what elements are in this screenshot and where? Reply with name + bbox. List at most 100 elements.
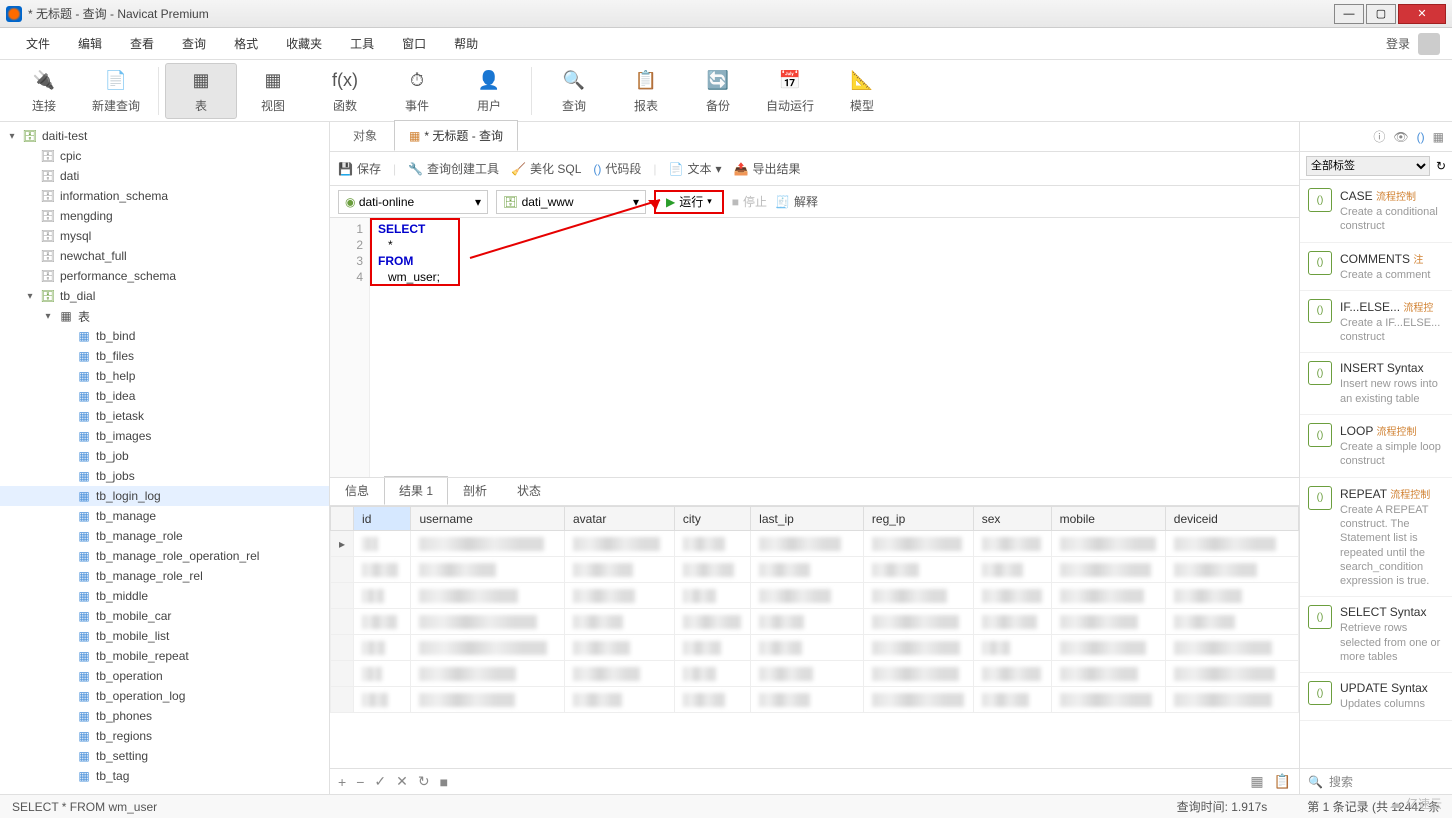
tree-tb_files[interactable]: ▦tb_files [0,346,329,366]
snippet-LOOP[interactable]: ()LOOP 流程控制Create a simple loop construc… [1300,415,1452,478]
col-reg_ip[interactable]: reg_ip [863,507,973,531]
menu-查看[interactable]: 查看 [116,29,168,58]
result-tab-status[interactable]: 状态 [502,476,556,505]
col-deviceid[interactable]: deviceid [1165,507,1298,531]
tree-tb_phones[interactable]: ▦tb_phones [0,706,329,726]
tree-tb_job[interactable]: ▦tb_job [0,446,329,466]
tree-dati[interactable]: 🗄dati [0,166,329,186]
connection-combo[interactable]: ◉ dati-online▾ [338,190,488,214]
tag-filter-select[interactable]: 全部标签 [1306,156,1430,176]
explain-button[interactable]: 🧾 解释 [775,193,818,210]
col-username[interactable]: username [411,507,565,531]
info-icon[interactable]: ⓘ [1373,128,1385,145]
apply-button[interactable]: ✓ [374,773,386,790]
snippet-SELECT Syntax[interactable]: ()SELECT Syntax Retrieve rows selected f… [1300,597,1452,673]
menu-文件[interactable]: 文件 [12,29,64,58]
col-avatar[interactable]: avatar [564,507,674,531]
snippet-UPDATE Syntax[interactable]: ()UPDATE Syntax Updates columns [1300,673,1452,720]
result-tab-profile[interactable]: 剖析 [448,476,502,505]
snippet-INSERT Syntax[interactable]: ()INSERT Syntax Insert new rows into an … [1300,353,1452,415]
tree-tb_regions[interactable]: ▦tb_regions [0,726,329,746]
avatar[interactable] [1418,33,1440,55]
save-button[interactable]: 💾 保存 [338,160,381,177]
delete-row-button[interactable]: − [356,774,364,790]
tree-tb_login_log[interactable]: ▦tb_login_log [0,486,329,506]
code-icon[interactable]: () [1417,130,1425,144]
tool-用户[interactable]: 👤用户 [453,63,525,119]
menu-编辑[interactable]: 编辑 [64,29,116,58]
snippet-COMMENTS[interactable]: ()COMMENTS 注Create a comment [1300,243,1452,291]
tree-tb_mobile_repeat[interactable]: ▦tb_mobile_repeat [0,646,329,666]
tree-information_schema[interactable]: 🗄information_schema [0,186,329,206]
snippet-IF...ELSE...[interactable]: ()IF...ELSE... 流程控Create a IF...ELSE... … [1300,291,1452,354]
col-last_ip[interactable]: last_ip [751,507,864,531]
snippet-CASE[interactable]: ()CASE 流程控制Create a conditional construc… [1300,180,1452,243]
login-link[interactable]: 登录 [1386,35,1410,52]
tree-表[interactable]: ▾▦表 [0,306,329,326]
connection-tree[interactable]: ▾🗄daiti-test🗄cpic🗄dati🗄information_schem… [0,122,330,794]
query-builder-button[interactable]: 🔧 查询创建工具 [408,160,499,177]
right-panel-tabs[interactable]: ⓘ 👁 () ▦ [1300,122,1452,152]
text-button[interactable]: 📄 文本 ▾ [669,160,722,177]
tab-query[interactable]: ▦* 无标题 - 查询 [394,120,518,151]
col-id[interactable]: id [354,507,411,531]
col-mobile[interactable]: mobile [1051,507,1165,531]
tree-tb_bind[interactable]: ▦tb_bind [0,326,329,346]
tree-tb_jobs[interactable]: ▦tb_jobs [0,466,329,486]
result-tab-result1[interactable]: 结果 1 [384,476,448,505]
tree-tb_mobile_car[interactable]: ▦tb_mobile_car [0,606,329,626]
tree-tb_ietask[interactable]: ▦tb_ietask [0,406,329,426]
tree-tb_middle[interactable]: ▦tb_middle [0,586,329,606]
beautify-sql-button[interactable]: 🧹 美化 SQL [511,160,581,177]
tree-tb_operation[interactable]: ▦tb_operation [0,666,329,686]
form-view-button[interactable]: 📋 [1274,773,1291,790]
tool-查询[interactable]: 🔍查询 [538,63,610,119]
tree-performance_schema[interactable]: 🗄performance_schema [0,266,329,286]
menu-工具[interactable]: 工具 [336,29,388,58]
tool-事件[interactable]: ⏱事件 [381,63,453,119]
tree-tb_dial[interactable]: ▾🗄tb_dial [0,286,329,306]
export-result-button[interactable]: 📤 导出结果 [734,160,801,177]
minimize-button[interactable]: — [1334,4,1364,24]
col-city[interactable]: city [674,507,750,531]
sql-editor[interactable]: 1234 SELECT * FROM wm_user; [330,218,1299,478]
tree-mengding[interactable]: 🗄mengding [0,206,329,226]
grid-view-button[interactable]: ▦ [1250,773,1263,790]
eye-icon[interactable]: 👁 [1393,130,1408,144]
tool-报表[interactable]: 📋报表 [610,63,682,119]
grid-icon[interactable]: ▦ [1433,130,1444,144]
tree-daiti-test[interactable]: ▾🗄daiti-test [0,126,329,146]
menu-查询[interactable]: 查询 [168,29,220,58]
tool-新建查询[interactable]: 📄新建查询 [80,63,152,119]
add-row-button[interactable]: + [338,774,346,790]
tool-函数[interactable]: f(x)函数 [309,63,381,119]
tree-mysql[interactable]: 🗄mysql [0,226,329,246]
tab-objects[interactable]: 对象 [338,120,392,151]
tree-tb_mobile_list[interactable]: ▦tb_mobile_list [0,626,329,646]
tree-tb_manage_role_operation_rel[interactable]: ▦tb_manage_role_operation_rel [0,546,329,566]
result-grid[interactable]: idusernameavatarcitylast_ipreg_ipsexmobi… [330,506,1299,768]
tree-tb_idea[interactable]: ▦tb_idea [0,386,329,406]
tool-连接[interactable]: 🔌连接 [8,63,80,119]
menu-收藏夹[interactable]: 收藏夹 [272,29,336,58]
tree-tb_manage[interactable]: ▦tb_manage [0,506,329,526]
refresh-snippets-icon[interactable]: ↻ [1436,159,1446,173]
tree-cpic[interactable]: 🗄cpic [0,146,329,166]
refresh-button[interactable]: ↻ [418,773,430,790]
col-sex[interactable]: sex [973,507,1051,531]
close-button[interactable]: ✕ [1398,4,1446,24]
search-input[interactable]: 搜索 [1329,773,1353,790]
tool-视图[interactable]: ▦视图 [237,63,309,119]
tool-表[interactable]: ▦表 [165,63,237,119]
tree-tb_operation_log[interactable]: ▦tb_operation_log [0,686,329,706]
database-combo[interactable]: 🗄 dati_www▾ [496,190,646,214]
cancel-button[interactable]: ✕ [396,773,408,790]
tree-tb_tag[interactable]: ▦tb_tag [0,766,329,786]
tree-tb_images[interactable]: ▦tb_images [0,426,329,446]
tool-备份[interactable]: 🔄备份 [682,63,754,119]
tree-tb_manage_role_rel[interactable]: ▦tb_manage_role_rel [0,566,329,586]
tree-newchat_full[interactable]: 🗄newchat_full [0,246,329,266]
code-snippet-button[interactable]: () 代码段 [593,160,641,177]
snippet-REPEAT[interactable]: ()REPEAT 流程控制Create A REPEAT construct. … [1300,478,1452,598]
menu-格式[interactable]: 格式 [220,29,272,58]
